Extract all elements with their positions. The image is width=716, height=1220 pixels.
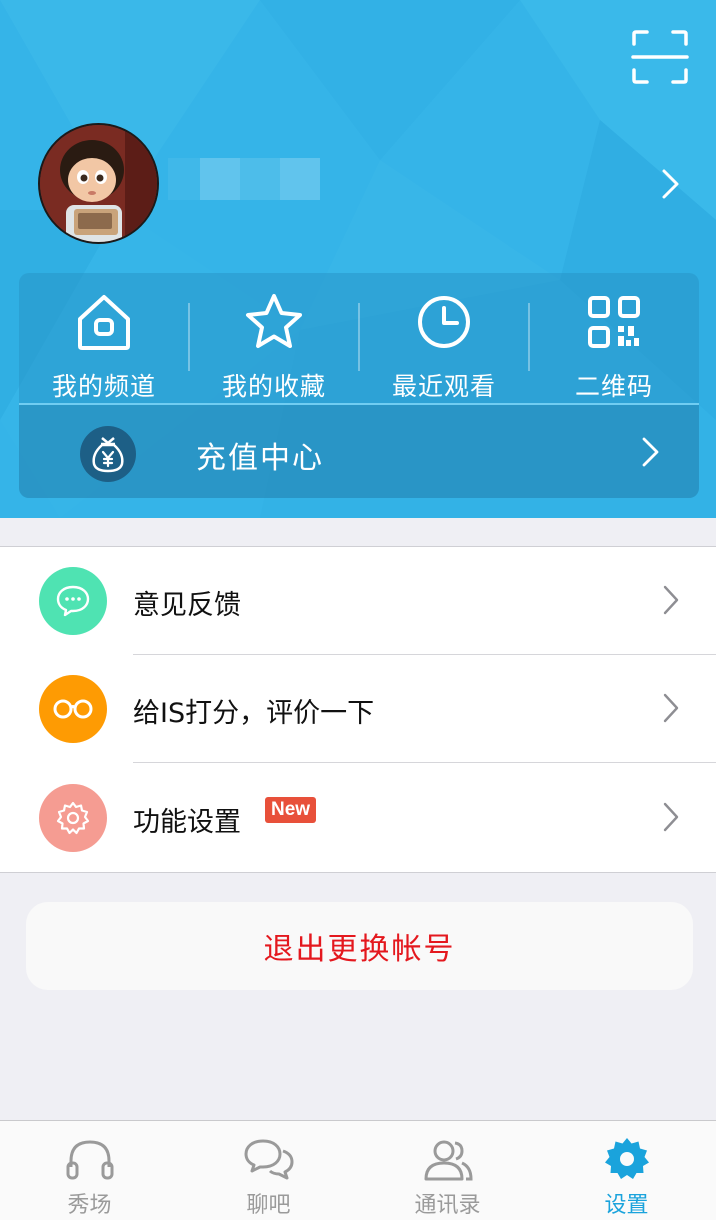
tab-label: 秀场 — [67, 1193, 112, 1218]
gear-icon — [39, 784, 107, 852]
clock-icon — [413, 291, 475, 353]
quick-action-label: 我的收藏 — [221, 372, 326, 401]
avatar-illustration — [40, 125, 157, 242]
quick-action-label: 最近观看 — [391, 372, 496, 401]
tab-showroom[interactable]: 秀场 — [0, 1121, 179, 1220]
bottom-tab-bar: 秀场 聊吧 通讯录 设置 — [0, 1120, 716, 1220]
tab-label: 聊吧 — [246, 1193, 291, 1218]
chevron-right-icon — [642, 437, 659, 467]
home-icon — [73, 291, 135, 353]
quick-action-favorites[interactable]: 我的收藏 — [189, 273, 359, 404]
list-item-feature-settings[interactable]: 功能设置 New — [0, 764, 716, 872]
contacts-icon — [421, 1135, 475, 1185]
chevron-right-icon — [663, 585, 679, 615]
quick-action-my-channel[interactable]: 我的频道 — [19, 273, 189, 404]
chat-bubble-icon — [39, 567, 107, 635]
list-item-label: 功能设置 — [133, 807, 241, 838]
chat-bubbles-icon — [242, 1135, 296, 1185]
list-item-label: 意见反馈 — [133, 590, 241, 621]
quick-action-divider — [528, 303, 530, 371]
gear-icon — [600, 1135, 654, 1185]
tab-settings[interactable]: 设置 — [537, 1121, 716, 1220]
tab-chat[interactable]: 聊吧 — [179, 1121, 358, 1220]
quick-actions-card: 我的频道 我的收藏 最近观看 二维码 充值中心 — [19, 273, 699, 498]
qr-code-icon — [583, 291, 645, 353]
list-separator — [133, 762, 716, 763]
recharge-center-label: 充值中心 — [196, 441, 324, 476]
tab-label: 通讯录 — [414, 1193, 481, 1218]
chevron-right-icon — [663, 802, 679, 832]
quick-action-label: 二维码 — [574, 372, 653, 401]
list-item-rate-app[interactable]: 给IS打分，评价一下 — [0, 655, 716, 763]
quick-action-qr-code[interactable]: 二维码 — [529, 273, 699, 404]
quick-action-recently-watched[interactable]: 最近观看 — [359, 273, 529, 404]
quick-action-divider — [188, 303, 190, 371]
list-item-label: 给IS打分，评价一下 — [133, 698, 375, 729]
star-icon — [243, 291, 305, 353]
chevron-right-icon — [663, 693, 679, 723]
money-bag-icon — [80, 426, 136, 482]
tab-contacts[interactable]: 通讯录 — [358, 1121, 537, 1220]
list-item-feedback[interactable]: 意见反馈 — [0, 547, 716, 655]
logout-switch-account-button[interactable]: 退出更换帐号 — [26, 902, 693, 990]
logout-label: 退出更换帐号 — [263, 932, 456, 967]
chevron-right-icon[interactable] — [660, 168, 682, 200]
new-badge: New — [265, 797, 317, 823]
glasses-icon — [39, 675, 107, 743]
profile-header: 我的频道 我的收藏 最近观看 二维码 充值中心 — [0, 0, 716, 518]
scan-icon[interactable] — [630, 28, 690, 86]
recharge-center-row[interactable]: 充值中心 — [19, 405, 699, 498]
quick-action-label: 我的频道 — [51, 372, 156, 401]
headset-icon — [63, 1135, 117, 1185]
tab-label: 设置 — [604, 1193, 649, 1218]
quick-action-divider — [358, 303, 360, 371]
avatar[interactable] — [38, 123, 159, 244]
username-blurred[interactable] — [168, 158, 323, 200]
settings-list: 意见反馈 给IS打分，评价一下 功能设置 New — [0, 546, 716, 873]
